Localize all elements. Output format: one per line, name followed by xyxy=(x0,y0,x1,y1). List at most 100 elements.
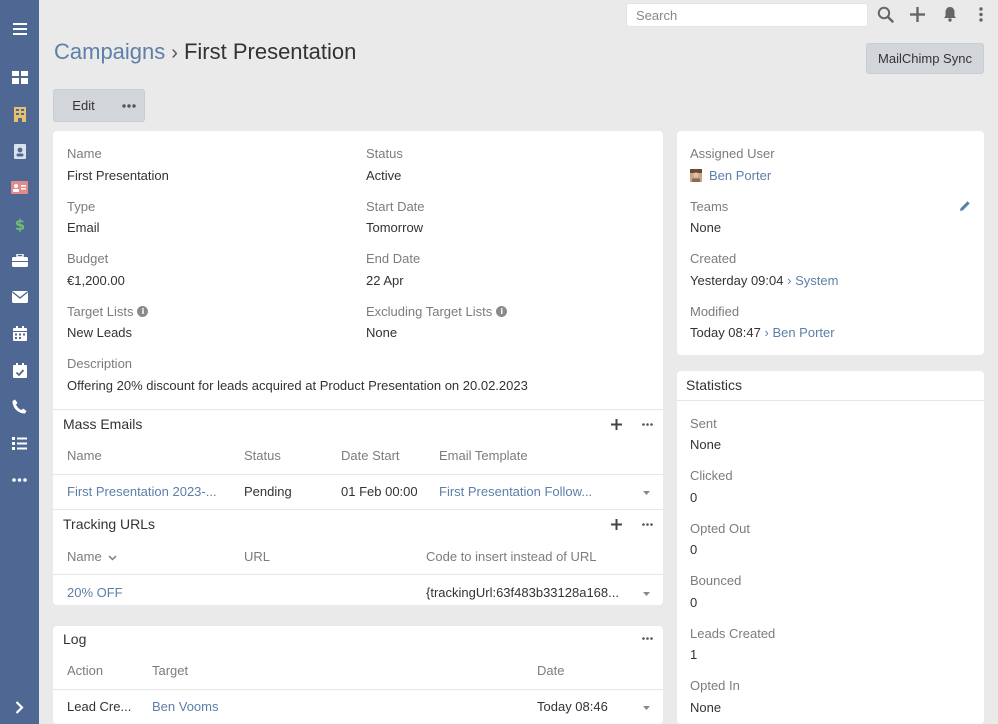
divider xyxy=(677,400,984,401)
row-dropdown-icon[interactable] xyxy=(641,703,651,713)
description-label: Description xyxy=(67,356,133,371)
add-mass-email-icon[interactable] xyxy=(609,417,623,431)
row-dropdown-icon[interactable] xyxy=(641,488,651,498)
target-lists-field: Target Lists i xyxy=(67,304,149,319)
column-header-name-sortable[interactable]: Name xyxy=(67,549,117,564)
teams-label: Teams xyxy=(690,199,729,214)
info-icon[interactable]: i xyxy=(137,306,149,317)
type-value: Email xyxy=(67,220,100,235)
end-date-value: 22 Apr xyxy=(366,273,404,288)
more-actions-button[interactable] xyxy=(113,89,145,122)
budget-value: €1,200.00 xyxy=(67,273,125,288)
divider xyxy=(53,409,663,410)
modified-value: Today 08:47 xyxy=(690,325,761,340)
excluding-target-lists-label: Excluding Target Lists xyxy=(366,304,493,319)
breadcrumb: Campaigns › First Presentation xyxy=(54,39,356,65)
mailchimp-sync-button[interactable]: MailChimp Sync xyxy=(866,43,984,74)
divider xyxy=(53,509,663,510)
mass-email-name-link[interactable]: First Presentation 2023-... xyxy=(67,484,232,499)
dashboard-icon[interactable] xyxy=(0,64,39,90)
statistics-title: Statistics xyxy=(686,377,743,393)
mass-email-date-start: 01 Feb 00:00 xyxy=(341,484,418,499)
created-by-link[interactable]: System xyxy=(795,273,838,288)
campaign-detail-panel: Name First Presentation Status Active Ty… xyxy=(53,131,663,605)
row-dropdown-icon[interactable] xyxy=(641,589,651,599)
avatar xyxy=(690,169,702,182)
breadcrumb-separator: › xyxy=(171,42,178,64)
ellipsis-icon xyxy=(121,103,136,108)
page-title: First Presentation xyxy=(183,39,357,64)
calendar-icon[interactable] xyxy=(0,320,39,346)
log-panel: Log Action Target Date Lead Cre... Ben V… xyxy=(53,626,663,724)
description-value: Offering 20% discount for leads acquired… xyxy=(67,378,528,393)
column-header-action[interactable]: Action xyxy=(67,663,103,678)
breadcrumb-campaigns-link[interactable]: Campaigns xyxy=(54,39,165,64)
info-icon[interactable]: i xyxy=(496,306,508,317)
status-value: Active xyxy=(366,168,402,183)
email-template-link[interactable]: First Presentation Follow... xyxy=(439,484,609,499)
divider xyxy=(53,574,663,575)
kebab-menu-icon[interactable] xyxy=(971,4,991,24)
assigned-user-link[interactable]: Ben Porter xyxy=(709,168,771,183)
leads-icon[interactable] xyxy=(0,174,39,200)
divider xyxy=(53,689,663,690)
collapse-icon[interactable] xyxy=(0,694,39,720)
calls-icon[interactable] xyxy=(0,393,39,419)
column-header-code[interactable]: Code to insert instead of URL xyxy=(426,549,597,564)
teams-value: None xyxy=(690,220,722,235)
assignment-panel: Assigned User Ben Porter Teams None Crea… xyxy=(677,131,984,355)
cases-icon[interactable] xyxy=(0,247,39,273)
stat-leads-created-label: Leads Created xyxy=(690,626,776,641)
target-list-link[interactable]: New Leads xyxy=(67,325,132,340)
column-header-name[interactable]: Name xyxy=(67,448,102,463)
emails-icon[interactable] xyxy=(0,284,39,310)
column-header-date-start[interactable]: Date Start xyxy=(341,448,400,463)
log-menu-icon[interactable] xyxy=(640,631,654,645)
end-date-label: End Date xyxy=(366,251,421,266)
created-field: Yesterday 09:04 › System xyxy=(690,273,838,288)
status-label: Status xyxy=(366,146,403,161)
start-date-value: Tomorrow xyxy=(366,220,424,235)
bell-icon[interactable] xyxy=(940,4,960,24)
column-header-date[interactable]: Date xyxy=(537,663,564,678)
column-header-status[interactable]: Status xyxy=(244,448,281,463)
column-header-name: Name xyxy=(67,549,102,564)
type-label: Type xyxy=(67,199,96,214)
plus-icon[interactable] xyxy=(907,4,927,24)
mass-emails-menu-icon[interactable] xyxy=(640,417,654,431)
stat-opted-in-label: Opted In xyxy=(690,678,740,693)
column-header-target[interactable]: Target xyxy=(152,663,188,678)
budget-label: Budget xyxy=(67,251,109,266)
statistics-panel: Statistics Sent None Clicked 0 Opted Out… xyxy=(677,371,984,724)
menu-icon[interactable] xyxy=(0,16,39,42)
tracking-url-code: {trackingUrl:63f483b33128a168... xyxy=(426,585,619,600)
target-lists-label: Target Lists xyxy=(67,304,134,319)
tracking-urls-title: Tracking URLs xyxy=(63,516,156,532)
list-icon[interactable] xyxy=(0,430,39,456)
search-input[interactable] xyxy=(626,3,868,27)
stat-bounced-label: Bounced xyxy=(690,573,742,588)
stat-opted-out-label: Opted Out xyxy=(690,521,750,536)
modified-label: Modified xyxy=(690,304,740,319)
stat-opted-in-value: None xyxy=(690,700,722,715)
column-header-url[interactable]: URL xyxy=(244,549,270,564)
search-icon[interactable] xyxy=(875,4,895,24)
tracking-url-name-link[interactable]: 20% OFF xyxy=(67,585,123,600)
tracking-urls-menu-icon[interactable] xyxy=(640,517,654,531)
more-icon[interactable] xyxy=(0,467,39,493)
contacts-icon[interactable] xyxy=(0,138,39,164)
mass-emails-title: Mass Emails xyxy=(63,416,143,432)
add-tracking-url-icon[interactable] xyxy=(609,517,623,531)
column-header-email-template[interactable]: Email Template xyxy=(439,448,528,463)
modified-by-link[interactable]: Ben Porter xyxy=(772,325,834,340)
edit-pencil-icon[interactable] xyxy=(958,199,972,213)
opportunities-icon[interactable]: $ xyxy=(0,211,39,237)
assigned-user-field: Ben Porter xyxy=(690,168,771,183)
edit-button[interactable]: Edit xyxy=(53,89,113,122)
tasks-icon[interactable] xyxy=(0,357,39,383)
excluding-target-lists-field: Excluding Target Lists i xyxy=(366,304,508,319)
accounts-icon[interactable] xyxy=(0,101,39,127)
name-value: First Presentation xyxy=(67,168,169,183)
log-target-link[interactable]: Ben Vooms xyxy=(152,699,219,714)
excluding-target-lists-value: None xyxy=(366,325,398,340)
